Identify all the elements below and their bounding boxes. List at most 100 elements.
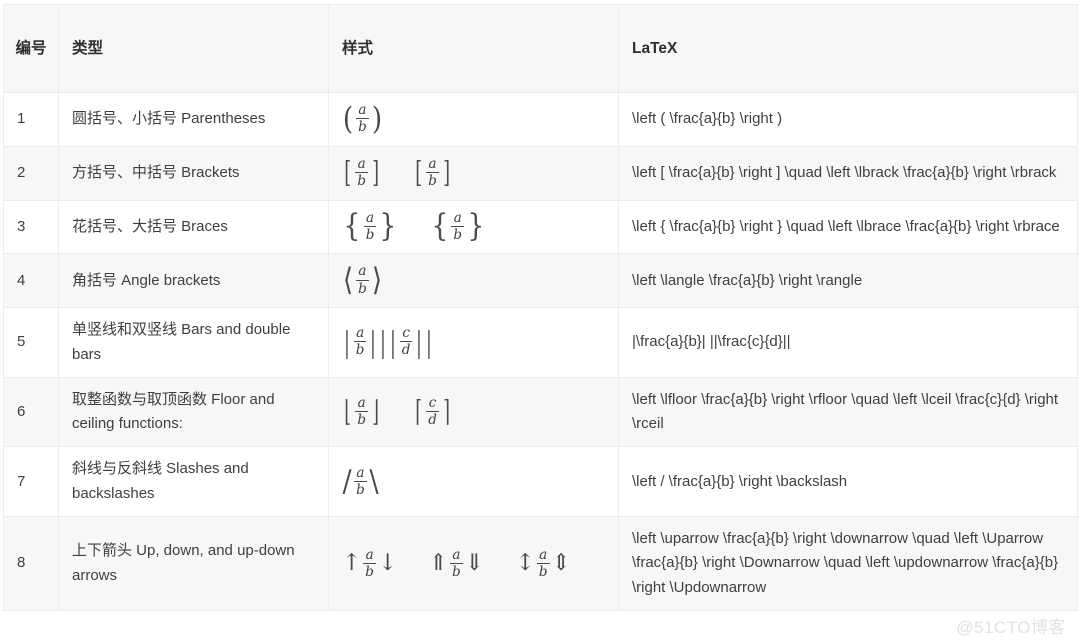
brace-left-delimiter: {	[343, 208, 361, 245]
fraction-denominator: d	[426, 411, 439, 429]
fraction-denominator: b	[451, 225, 465, 243]
fraction-ab: a b	[363, 548, 376, 579]
row-style-preview: | a b | | | c d | |	[328, 307, 619, 378]
fraction-denominator: b	[356, 279, 369, 297]
fraction-numerator: c	[402, 325, 410, 342]
math-expression-double-arrows: ⇑ a b ⇓	[428, 546, 484, 580]
up-arrow-icon: ↑	[342, 550, 362, 577]
math-expression-brackets-2: [ a b ]	[413, 155, 452, 190]
bracket-reference-table: 编号 类型 样式 LaTeX 1 圆括号、小括号 Parentheses ( a…	[3, 4, 1078, 611]
paren-right-delimiter: )	[371, 100, 382, 137]
math-expression-parentheses: ( a b )	[342, 100, 383, 137]
row-type-label: 方括号、中括号 Brackets	[58, 145, 329, 201]
brace-left-delimiter: {	[431, 208, 448, 245]
row-style-preview: ⟨ a b ⟩	[328, 253, 619, 309]
math-expression-braces-2: { a b }	[430, 208, 486, 245]
fraction-numerator: a	[365, 546, 374, 563]
row-latex-source: \left \lfloor \frac{a}{b} \right \rfloor…	[618, 376, 1078, 448]
fraction-ab: a b	[355, 396, 368, 427]
row-style-preview: { a b } { a b }	[328, 199, 619, 255]
floor-left-delimiter: ⌊	[344, 394, 352, 429]
fraction-numerator: a	[358, 263, 367, 280]
math-expression-single-arrows: ↑ a b ↓	[342, 548, 397, 580]
math-expression-updown-arrows: ↕ a b ⇕	[515, 546, 571, 580]
fraction-ab: a b	[536, 546, 550, 580]
backslash-delimiter: \	[369, 463, 379, 499]
table-row: 6 取整函数与取顶函数 Floor and ceiling functions:…	[3, 376, 1078, 448]
fraction-ab: a b	[353, 326, 367, 359]
fraction-numerator: a	[358, 102, 367, 118]
math-expression-slashes: / a b \	[342, 463, 379, 499]
table-body: 1 圆括号、小括号 Parentheses ( a b ) \left ( \f…	[3, 92, 1078, 611]
fraction-numerator: a	[357, 394, 366, 411]
fraction-numerator: a	[428, 155, 437, 172]
math-expression-braces-1: { a b }	[342, 208, 398, 245]
fraction-denominator: d	[399, 341, 413, 359]
fraction-ab: a b	[356, 263, 369, 297]
row-type-label: 单竖线和双竖线 Bars and double bars	[58, 307, 329, 378]
column-header-type: 类型	[58, 4, 329, 93]
math-expression-angle-brackets: ⟨ a b ⟩	[342, 261, 383, 298]
table-row: 4 角括号 Angle brackets ⟨ a b ⟩ \left \lang…	[3, 253, 1078, 309]
fraction-denominator: b	[363, 225, 377, 243]
row-style-preview: ⌊ a b ⌋ ⌈ c d ⌉	[328, 376, 619, 448]
fraction-denominator: b	[354, 480, 367, 498]
row-type-label: 花括号、大括号 Braces	[58, 199, 329, 255]
bracket-right-delimiter: ]	[372, 155, 380, 190]
row-type-label: 角括号 Angle brackets	[58, 253, 329, 309]
fraction-numerator: a	[356, 464, 365, 481]
fraction-ab: a b	[451, 210, 465, 243]
row-number: 8	[3, 516, 59, 611]
ceil-right-delimiter: ⌉	[443, 394, 450, 429]
ceil-left-delimiter: ⌈	[415, 394, 422, 429]
double-down-arrow-icon: ⇓	[464, 550, 484, 577]
up-down-arrow-icon: ↕	[515, 550, 535, 577]
fraction-numerator: a	[539, 546, 548, 563]
angle-left-delimiter: ⟨	[342, 261, 354, 298]
math-expression-bars: | a b | | | c d | |	[342, 324, 434, 359]
fraction-numerator: a	[357, 155, 366, 172]
brace-right-delimiter: }	[467, 208, 485, 245]
table-row: 2 方括号、中括号 Brackets [ a b ] [a b] \left…	[3, 145, 1078, 201]
column-header-latex: LaTeX	[618, 4, 1078, 93]
row-style-preview: ↑ a b ↓ ⇑ a b ⇓ ↕ a b ⇕	[328, 516, 619, 611]
math-expression-brackets-1: [ a b ]	[342, 155, 381, 190]
site-watermark: @51CTO博客	[956, 618, 1066, 637]
fraction-numerator: c	[428, 394, 437, 411]
fraction-denominator: b	[363, 563, 376, 580]
double-up-down-arrow-icon: ⇕	[551, 550, 571, 577]
fraction-denominator: b	[356, 118, 369, 136]
row-number: 2	[3, 145, 59, 201]
table-row: 3 花括号、大括号 Braces { a b } {a b} \left {…	[3, 199, 1078, 255]
fraction-ab: a b	[363, 210, 377, 243]
table-row: 8 上下箭头 Up, down, and up-down arrows ↑ a …	[3, 516, 1078, 611]
fraction-denominator: b	[353, 341, 367, 359]
double-up-arrow-icon: ⇑	[428, 550, 449, 577]
column-header-number: 编号	[3, 4, 59, 93]
fraction-ab: a b	[355, 157, 368, 188]
row-latex-source: \left [ \frac{a}{b} \right ] \quad \left…	[618, 145, 1078, 201]
fraction-denominator: b	[450, 563, 463, 580]
fraction-denominator: b	[536, 563, 550, 580]
fraction-numerator: a	[452, 546, 461, 563]
row-style-preview: [ a b ] [ a b ]	[328, 145, 619, 201]
row-latex-source: \left \uparrow \frac{a}{b} \right \downa…	[618, 516, 1078, 611]
fraction-cd: c d	[399, 325, 413, 359]
row-number: 3	[3, 199, 59, 255]
bar-delimiter: |	[416, 324, 423, 359]
bar-delimiter: |	[389, 324, 396, 359]
row-type-label: 上下箭头 Up, down, and up-down arrows	[58, 516, 329, 611]
math-expression-floor: ⌊ a b ⌋	[342, 394, 381, 429]
table-row: 1 圆括号、小括号 Parentheses ( a b ) \left ( \f…	[3, 92, 1078, 147]
row-number: 7	[3, 446, 59, 518]
bar-delimiter: |	[426, 324, 433, 359]
row-latex-source: \left / \frac{a}{b} \right \backslash	[618, 446, 1078, 518]
row-number: 6	[3, 376, 59, 448]
floor-right-delimiter: ⌋	[372, 394, 380, 429]
bar-delimiter: |	[370, 324, 377, 359]
fraction-ab: a b	[426, 157, 439, 188]
row-latex-source: \left { \frac{a}{b} \right } \quad \left…	[618, 199, 1078, 255]
angle-right-delimiter: ⟩	[371, 261, 382, 298]
bracket-right-delimiter: ]	[443, 155, 450, 190]
table-header: 编号 类型 样式 LaTeX	[3, 4, 1078, 93]
